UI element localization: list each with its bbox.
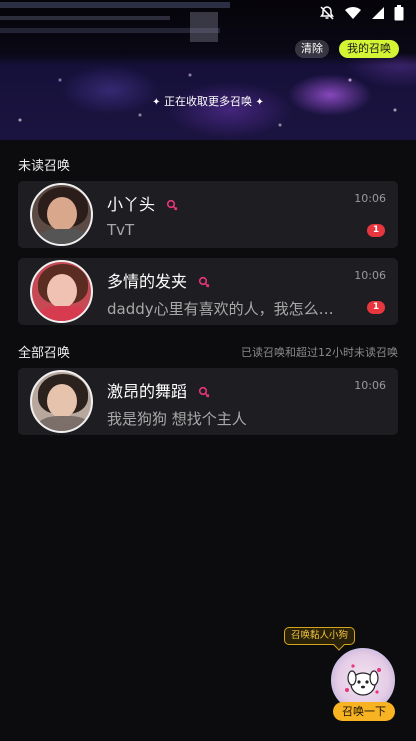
dog-icon	[345, 664, 381, 696]
avatar[interactable]	[30, 183, 93, 246]
collecting-text: 正在收取更多召唤	[164, 95, 252, 108]
unread-section-title: 未读召唤	[18, 159, 71, 174]
summon-card[interactable]: 激昂的舞蹈 10:06 我是狗狗 想找个主人	[18, 368, 398, 435]
female-gender-icon	[198, 383, 210, 402]
summon-card[interactable]: 多情的发夹 10:06 daddy心里有喜欢的人，我怎么… 1	[18, 258, 398, 325]
message-time: 10:06	[354, 269, 386, 282]
unread-count-badge: 1	[367, 301, 385, 314]
message-preview: daddy心里有喜欢的人，我怎么…	[107, 300, 334, 318]
female-gender-icon	[166, 196, 178, 215]
sender-name: 多情的发夹	[107, 268, 210, 292]
collecting-status: ✦ 正在收取更多召唤 ✦	[0, 93, 416, 109]
my-summons-button[interactable]: 我的召唤	[339, 40, 399, 58]
all-section-note: 已读召唤和超过12小时未读召唤	[241, 346, 398, 359]
summon-card[interactable]: 小丫头 10:06 TvT 1	[18, 181, 398, 248]
summon-button[interactable]: 召唤一下	[333, 702, 395, 721]
sparkle-icon: ✦	[152, 97, 161, 108]
status-bar-artifact	[0, 2, 230, 8]
status-bar-icons	[319, 5, 404, 21]
header-actions: 清除 我的召唤	[295, 40, 399, 58]
header-top-shade	[0, 0, 416, 66]
status-bar-artifact	[0, 16, 170, 20]
header-banner: 清除 我的召唤 ✦ 正在收取更多召唤 ✦	[0, 0, 416, 140]
all-section-title: 全部召唤	[18, 346, 71, 361]
wifi-icon	[344, 6, 362, 20]
clear-button[interactable]: 清除	[295, 40, 329, 58]
sparkle-icon: ✦	[255, 97, 264, 108]
sender-name: 小丫头	[107, 191, 178, 215]
female-gender-icon	[198, 273, 210, 292]
status-bar-artifact	[190, 12, 218, 42]
avatar[interactable]	[30, 260, 93, 323]
message-time: 10:06	[354, 192, 386, 205]
message-preview: TvT	[107, 221, 135, 239]
avatar[interactable]	[30, 370, 93, 433]
notifications-off-icon	[319, 5, 335, 21]
message-time: 10:06	[354, 379, 386, 392]
unread-count-badge: 1	[367, 224, 385, 237]
battery-icon	[394, 5, 404, 21]
sender-name: 激昂的舞蹈	[107, 378, 210, 402]
signal-icon	[371, 6, 385, 20]
message-preview: 我是狗狗 想找个主人	[107, 410, 247, 428]
status-bar-artifact	[0, 28, 220, 33]
summon-tooltip: 召唤黏人小狗	[284, 627, 356, 645]
